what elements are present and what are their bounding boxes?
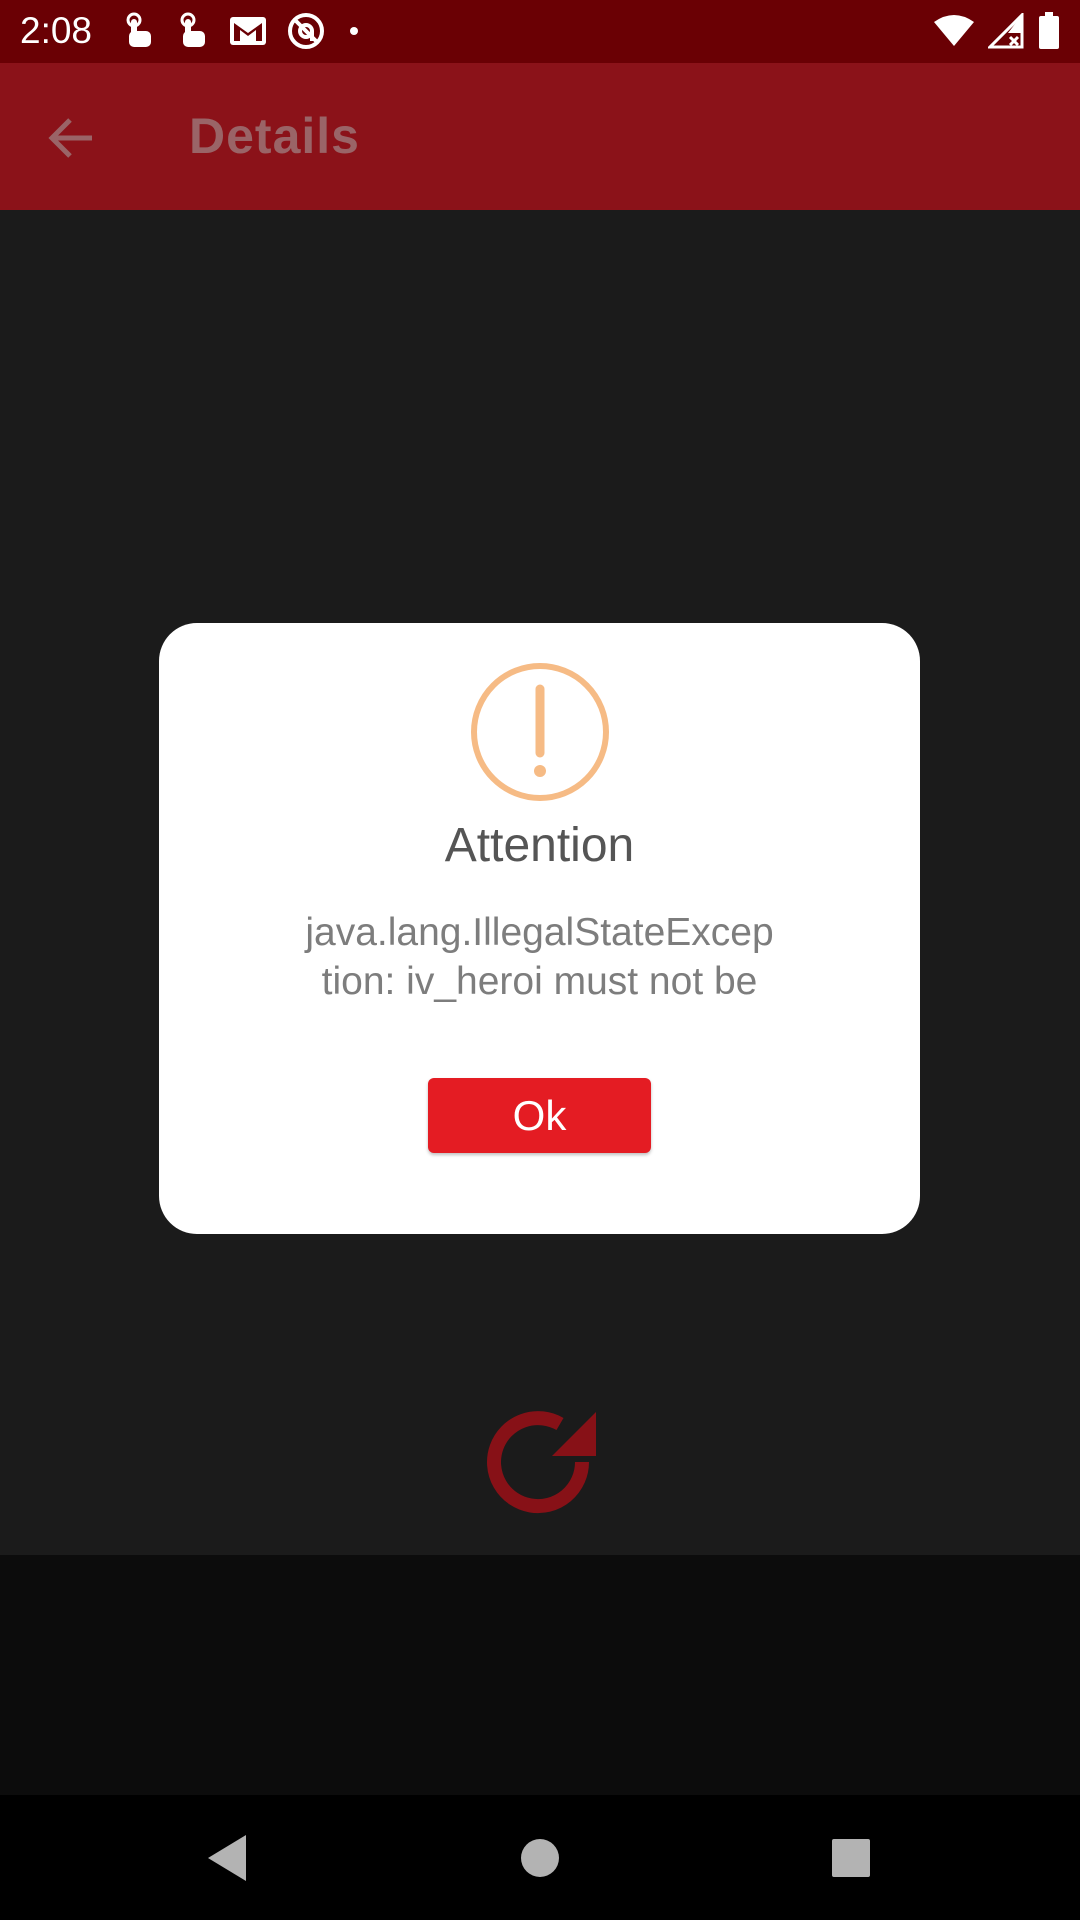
ok-button[interactable]: Ok <box>428 1078 651 1153</box>
recents-square-icon <box>832 1839 870 1877</box>
system-icons <box>934 12 1060 50</box>
dialog-title: Attention <box>444 819 635 872</box>
back-triangle-icon <box>208 1835 246 1881</box>
arrow-back-icon <box>48 118 92 158</box>
lower-area <box>0 1555 1080 1795</box>
notification-icons <box>120 11 364 51</box>
at-sign-icon <box>288 13 324 49</box>
alert-dialog: Attention java.lang.IllegalStateExcep ti… <box>159 623 920 1234</box>
battery-icon <box>1039 12 1059 49</box>
navigation-bar <box>0 1795 1080 1920</box>
nav-back-button[interactable] <box>194 1825 260 1891</box>
nav-recents-button[interactable] <box>818 1825 884 1891</box>
signal-icon <box>988 13 1024 49</box>
dot-icon <box>350 27 358 35</box>
status-bar: 2:08 <box>0 0 1080 63</box>
dialog-message: java.lang.IllegalStateExcep tion: iv_her… <box>269 908 810 1006</box>
wifi-icon <box>934 15 974 46</box>
dialog-message-line: tion: iv_heroi must not be <box>321 960 758 1003</box>
dialog-message-line: java.lang.IllegalStateExcep <box>305 911 774 954</box>
app-bar: Details <box>0 63 1080 210</box>
page-title: Details <box>189 108 360 164</box>
reload-icon[interactable] <box>478 1400 602 1524</box>
warning-icon <box>471 663 609 801</box>
screen: 2:08 Details Attention java.lang.Illegal… <box>0 0 1080 1920</box>
home-circle-icon <box>521 1839 559 1877</box>
nav-home-button[interactable] <box>507 1825 573 1891</box>
touch-icon <box>126 12 151 47</box>
gmail-icon <box>230 17 266 45</box>
back-button[interactable] <box>36 103 106 173</box>
touch-icon <box>180 12 205 47</box>
status-time: 2:08 <box>20 10 93 51</box>
